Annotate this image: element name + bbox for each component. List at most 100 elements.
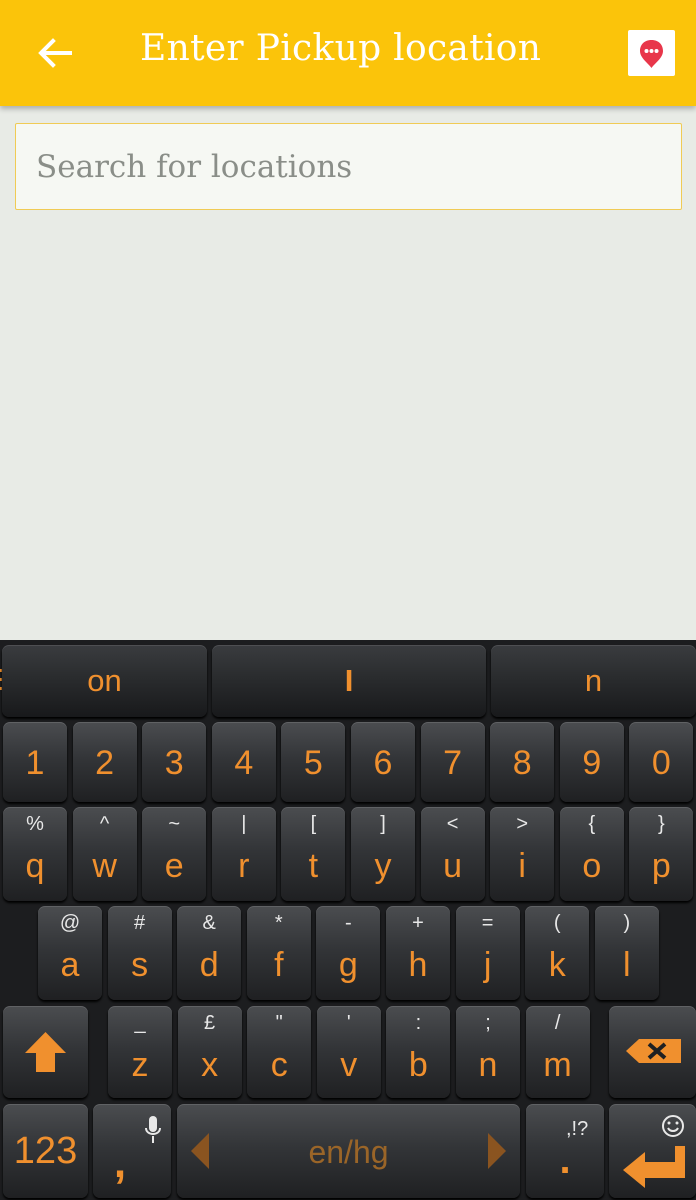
- page-title: Enter Pickup location: [140, 28, 542, 69]
- back-arrow-icon[interactable]: [34, 33, 74, 73]
- key-j[interactable]: = j: [455, 906, 520, 1000]
- key-c-label: c: [270, 1046, 288, 1084]
- key-n-label: n: [478, 1046, 498, 1084]
- key-d[interactable]: & d: [177, 906, 242, 1000]
- comma-key[interactable]: ,: [93, 1104, 171, 1198]
- key-8-label: 8: [512, 744, 532, 782]
- backspace-key[interactable]: [609, 1006, 696, 1098]
- key-5[interactable]: 5: [281, 722, 346, 802]
- key-l[interactable]: ) l: [594, 906, 659, 1000]
- key-x-alt-label: £: [204, 1012, 216, 1034]
- key-s[interactable]: # s: [107, 906, 172, 1000]
- key-8[interactable]: 8: [490, 722, 555, 802]
- key-l-label: l: [623, 946, 631, 984]
- map-pin-chat-icon[interactable]: [628, 30, 675, 76]
- key-1[interactable]: 1: [3, 722, 67, 802]
- key-3[interactable]: 3: [142, 722, 207, 802]
- key-y-alt-label: ]: [380, 813, 386, 835]
- key-u-label: u: [443, 847, 463, 885]
- key-q-alt-label: %: [26, 813, 44, 835]
- key-m-label: m: [543, 1046, 572, 1084]
- key-6[interactable]: 6: [351, 722, 415, 802]
- key-o-alt-label: {: [588, 813, 596, 835]
- key-r[interactable]: | r: [211, 807, 276, 901]
- key-m-alt-label: /: [554, 1012, 561, 1034]
- key-w[interactable]: ^ w: [72, 807, 137, 901]
- key-g-label: g: [338, 946, 358, 984]
- smiley-icon: [661, 1114, 685, 1138]
- key-o[interactable]: {o: [559, 807, 624, 901]
- key-f-alt-label: *: [274, 912, 283, 934]
- key-m[interactable]: / m: [525, 1006, 590, 1098]
- key-k[interactable]: (k: [525, 906, 590, 1000]
- key-q-label: q: [25, 847, 45, 885]
- key-n[interactable]: ; n: [456, 1006, 520, 1098]
- key-n-alt-label: ;: [485, 1012, 491, 1034]
- key-t-alt-label: [: [310, 813, 317, 835]
- key-p-label: p: [651, 847, 671, 885]
- period-key[interactable]: ,!? .: [526, 1104, 604, 1198]
- key-p-alt-label: }: [658, 813, 665, 835]
- suggestion-2[interactable]: I: [212, 645, 486, 717]
- key-y[interactable]: ] y: [351, 807, 415, 901]
- suggestion-3[interactable]: n: [491, 645, 696, 717]
- key-0-label: 0: [651, 744, 671, 782]
- key-1-label: 1: [25, 744, 45, 782]
- shift-key[interactable]: [3, 1006, 88, 1098]
- key-6-label: 6: [373, 744, 393, 782]
- key-4-label: 4: [234, 744, 254, 782]
- key-l-alt-label: ): [623, 912, 631, 934]
- key-p[interactable]: } p: [629, 807, 694, 901]
- symbols-key[interactable]: 123: [3, 1104, 88, 1198]
- key-v-alt-label: ': [346, 1012, 351, 1034]
- search-box[interactable]: [15, 123, 682, 210]
- suggestion-1[interactable]: on: [2, 645, 207, 717]
- key-c-alt-label: ": [275, 1012, 283, 1034]
- key-d-alt-label: &: [202, 912, 216, 934]
- key-s-label: s: [131, 946, 149, 984]
- key-a-label: a: [60, 946, 80, 984]
- key-u[interactable]: < u: [420, 807, 485, 901]
- key-g-alt-label: -: [345, 912, 352, 934]
- key-a[interactable]: @ a: [38, 906, 102, 1000]
- key-d-label: d: [199, 946, 219, 984]
- key-x[interactable]: £ x: [177, 1006, 242, 1098]
- key-c[interactable]: " c: [247, 1006, 312, 1098]
- key-w-label: w: [92, 847, 117, 885]
- key-a-alt-label: @: [59, 912, 81, 934]
- search-input[interactable]: [16, 124, 681, 209]
- key-h-label: h: [408, 946, 428, 984]
- space-bar[interactable]: en/hg: [177, 1104, 520, 1198]
- key-j-label: j: [483, 946, 492, 984]
- key-5-label: 5: [303, 744, 323, 782]
- key-o-label: o: [582, 847, 602, 885]
- key-0[interactable]: 0: [629, 722, 694, 802]
- key-k-label: k: [548, 946, 566, 984]
- key-7-label: 7: [443, 744, 463, 782]
- key-e[interactable]: ~ e: [142, 807, 207, 901]
- key-q[interactable]: % q: [3, 807, 67, 901]
- key-e-alt-label: ~: [168, 813, 181, 835]
- key-g[interactable]: -g: [316, 906, 381, 1000]
- key-h-alt-label: +: [412, 912, 424, 934]
- key-h[interactable]: + h: [386, 906, 450, 1000]
- key-b[interactable]: :b: [386, 1006, 451, 1098]
- key-i-alt-label: >: [516, 813, 529, 835]
- key-7[interactable]: 7: [420, 722, 485, 802]
- key-i[interactable]: > i: [490, 807, 555, 901]
- key-z[interactable]: _ z: [108, 1006, 172, 1098]
- key-t[interactable]: [t: [281, 807, 346, 901]
- key-f-label: f: [274, 946, 284, 984]
- key-z-alt-label: _: [134, 1012, 146, 1034]
- key-v[interactable]: ' v: [316, 1006, 381, 1098]
- key-w-alt-label: ^: [99, 813, 110, 835]
- key-f[interactable]: * f: [246, 906, 311, 1000]
- key-r-alt-label: |: [241, 813, 247, 835]
- enter-key[interactable]: [609, 1104, 696, 1198]
- key-2[interactable]: 2: [72, 722, 137, 802]
- key-4[interactable]: 4: [211, 722, 276, 802]
- key-9[interactable]: 9: [559, 722, 624, 802]
- key-2-label: 2: [95, 744, 115, 782]
- key-z-label: z: [131, 1046, 149, 1084]
- key-9-label: 9: [582, 744, 602, 782]
